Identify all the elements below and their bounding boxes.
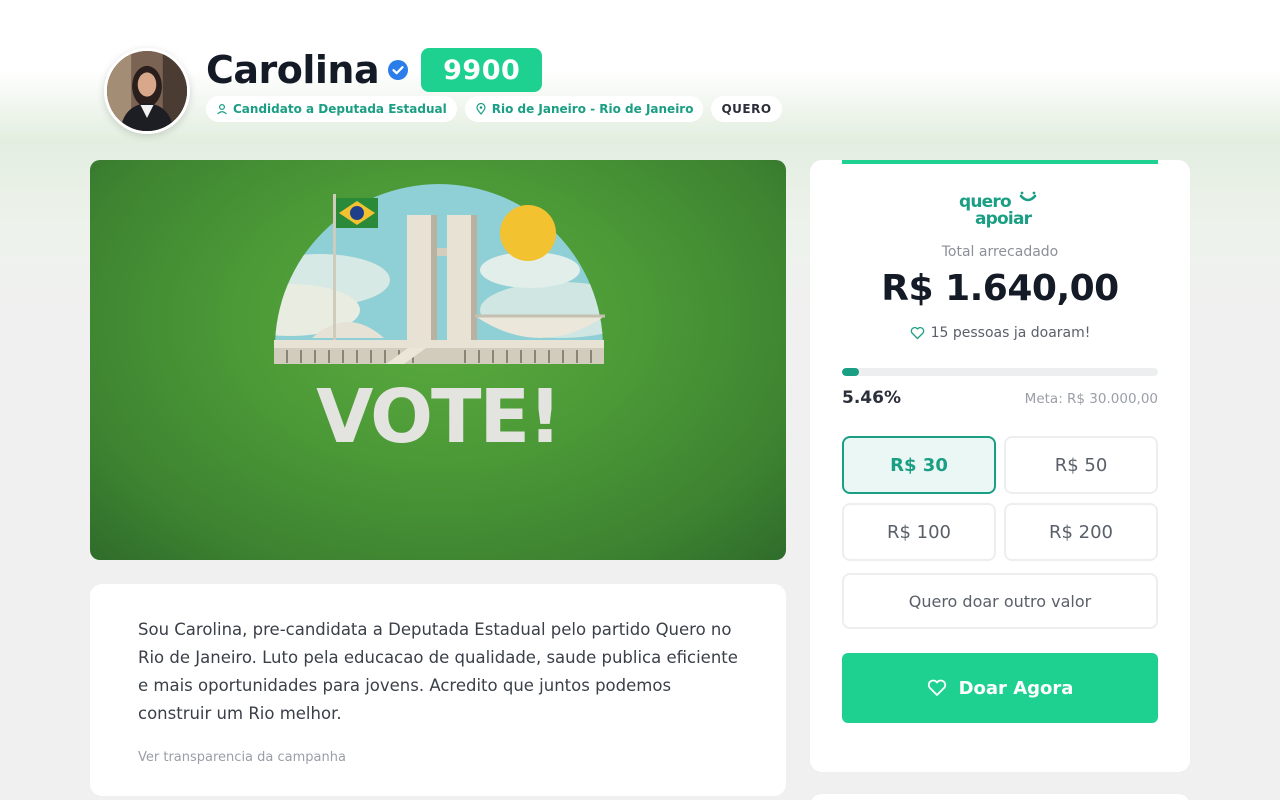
person-icon — [217, 103, 227, 115]
total-label: Total arrecadado — [941, 244, 1059, 260]
amount-button-100[interactable]: R$ 100 — [842, 503, 996, 561]
banner-headline: VOTE! — [316, 374, 562, 460]
avatar — [104, 48, 190, 134]
role-tag: Candidato a Deputada Estadual — [206, 96, 457, 122]
location-tag: Rio de Janeiro - Rio de Janeiro — [464, 96, 704, 122]
amount-button-50[interactable]: R$ 50 — [1004, 436, 1158, 494]
transparency-link[interactable]: Ver transparencia da campanha — [138, 750, 738, 765]
progress-percent: 5.46% — [842, 388, 901, 408]
party-tag: QUERO — [711, 96, 782, 122]
avatar-photo — [107, 51, 187, 131]
bio-text: Sou Carolina, pre-candidata a Deputada E… — [138, 620, 738, 723]
donate-now-label: Doar Agora — [958, 677, 1074, 699]
quero-apoiar-logo: quero apoiar — [810, 190, 1190, 232]
role-label: Candidato a Deputada Estadual — [233, 102, 447, 116]
bio-card: Sou Carolina, pre-candidata a Deputada E… — [90, 584, 786, 796]
congress-illustration — [274, 184, 605, 364]
map-pin-icon — [476, 103, 486, 115]
goal-label: Meta: R$ 30.000,00 — [1024, 391, 1158, 407]
donate-now-button[interactable]: Doar Agora — [842, 653, 1158, 723]
heart-icon — [910, 326, 924, 340]
campaign-banner: VOTE! — [90, 160, 786, 560]
candidate-number-badge: 9900 — [421, 48, 543, 92]
location-label: Rio de Janeiro - Rio de Janeiro — [491, 102, 694, 116]
verified-check-icon — [387, 59, 409, 81]
amount-button-200[interactable]: R$ 200 — [1004, 503, 1158, 561]
progress-bar — [842, 368, 1158, 376]
amount-button-30[interactable]: R$ 30 — [842, 436, 996, 494]
donation-card: quero apoiar Total arrecadado R$ 1.640,0… — [810, 160, 1190, 772]
next-card-edge — [810, 794, 1190, 800]
candidate-tags: Candidato a Deputada Estadual Rio de Jan… — [206, 96, 782, 122]
other-amount-button[interactable]: Quero doar outro valor — [842, 573, 1158, 629]
card-top-accent — [842, 160, 1158, 164]
total-value: R$ 1.640,00 — [881, 268, 1119, 309]
donors-text: 15 pessoas ja doaram! — [930, 325, 1091, 341]
heart-icon — [927, 679, 946, 696]
candidate-name: Carolina — [206, 48, 380, 92]
candidate-header: Carolina 9900 Candidato a Deputada Estad… — [104, 48, 804, 138]
donors-count: 15 pessoas ja doaram! — [810, 325, 1190, 341]
progress-fill — [842, 368, 860, 376]
svg-text:apoiar: apoiar — [975, 209, 1033, 228]
